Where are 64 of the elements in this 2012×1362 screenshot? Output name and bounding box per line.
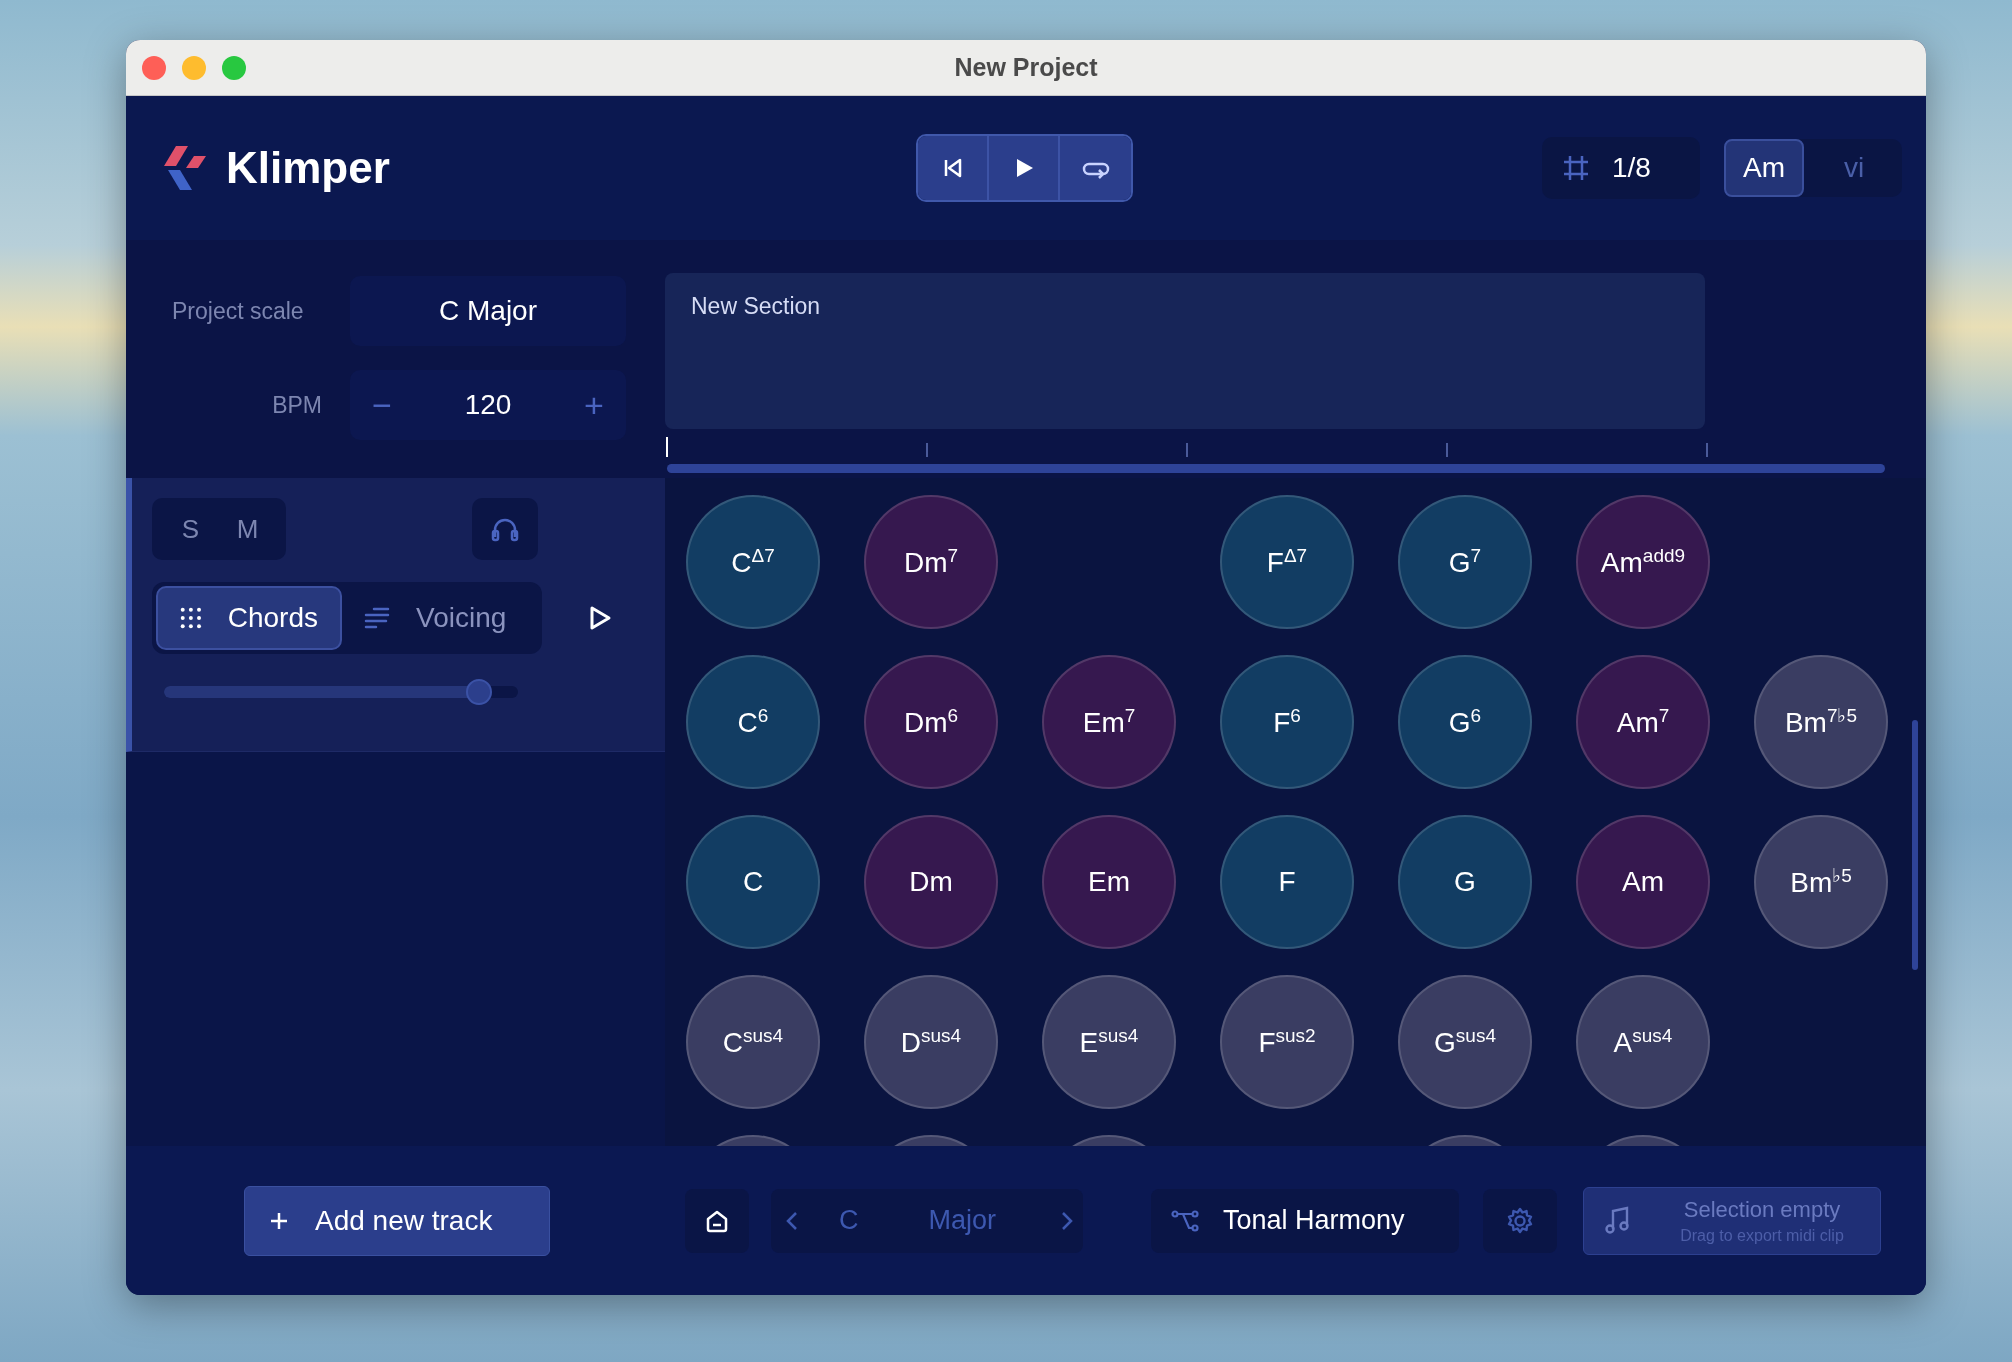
chord-pad[interactable]: Am$^{add9}$ [1576,495,1710,629]
chord-display-toggle[interactable]: Am [1724,139,1804,197]
chord-pad[interactable]: G$^{7}$ [1398,495,1532,629]
maximize-button[interactable] [222,56,246,80]
chord-pad[interactable]: E$^{sus4}$ [1042,975,1176,1109]
chord-pad[interactable]: Dm$^{7}$ [864,495,998,629]
chord-pad[interactable]: F [1220,815,1354,949]
grid-size-button[interactable]: 1/8 [1542,137,1700,199]
scale-label: Project scale [171,297,305,325]
chord-pad[interactable]: Am [1576,815,1710,949]
chord-pad[interactable]: C$^{sus4}$ [686,975,820,1109]
chevron-left-icon [785,1209,799,1232]
chord-pad[interactable]: C [686,815,820,949]
chord-pad[interactable]: G$^{6}$ [1398,655,1532,789]
branch-icon [1171,1208,1199,1233]
previous-key-button[interactable] [785,1209,799,1232]
section-title: New Section [691,293,821,319]
settings-button[interactable] [1483,1188,1557,1253]
add-track-button[interactable]: Add new track [244,1185,550,1256]
headphones-button[interactable] [472,498,538,560]
bpm-value[interactable]: 120 [464,389,512,421]
dots-grid-icon [180,606,202,630]
chord-pad[interactable]: Em$^{7}$ [1042,655,1176,789]
chevron-right-icon [1060,1209,1074,1232]
window-title: New Project [954,53,1098,82]
music-note-icon [1604,1205,1630,1236]
mute-button[interactable]: M [227,513,268,545]
next-key-button[interactable] [1060,1209,1074,1232]
play-icon [588,604,612,632]
lines-icon [364,606,390,630]
grid-icon [1562,154,1590,182]
chord-pad[interactable]: C$^{6}$ [686,655,820,789]
chord-pad[interactable]: Bm$^{7♭5}$ [1754,655,1888,789]
plus-icon [269,1210,289,1231]
chord-pad[interactable]: Dm$^{6}$ [864,655,998,789]
chord-pad[interactable]: D$^{sus4}$ [864,975,998,1109]
settings-icon [1505,1205,1535,1236]
close-button[interactable] [142,56,166,80]
app-name: Klimper [226,143,390,193]
chord-pad[interactable]: F$^{sus2}$ [1220,975,1354,1109]
chord-pad[interactable]: Dm [864,815,998,949]
mode-tab[interactable]: Voicing [342,586,529,650]
chord-pad[interactable]: F$^{6}$ [1220,655,1354,789]
scrollbar[interactable] [1912,720,1918,970]
chord-pad[interactable]: A$^{sus4}$ [1576,975,1710,1109]
bpm-label: BPM [271,391,323,419]
home-button[interactable] [685,1188,749,1253]
chord-pad[interactable]: Bm$^{♭5}$ [1754,815,1888,949]
minimize-button[interactable] [182,56,206,80]
chord-pad[interactable]: F$^{Δ7}$ [1220,495,1354,629]
section-block[interactable]: New Section [665,273,1705,429]
solo-button[interactable]: S [170,513,211,545]
chord-pad[interactable]: C$^{Δ7}$ [686,495,820,629]
loop-button[interactable] [1060,136,1131,200]
chord-pad[interactable]: G [1398,815,1532,949]
harmony-mode-button[interactable]: Tonal Harmony [1151,1188,1459,1253]
volume-slider[interactable] [164,679,518,705]
play-button[interactable] [989,136,1060,200]
scale-selector[interactable]: C Major [350,276,626,346]
chord-pad[interactable]: Am$^{7}$ [1576,655,1710,789]
chord-pad[interactable]: Em [1042,815,1176,949]
chord-pad[interactable]: G$^{sus4}$ [1398,975,1532,1109]
mode-tab[interactable]: Chords [156,586,342,650]
skip-back-button[interactable] [918,136,989,200]
